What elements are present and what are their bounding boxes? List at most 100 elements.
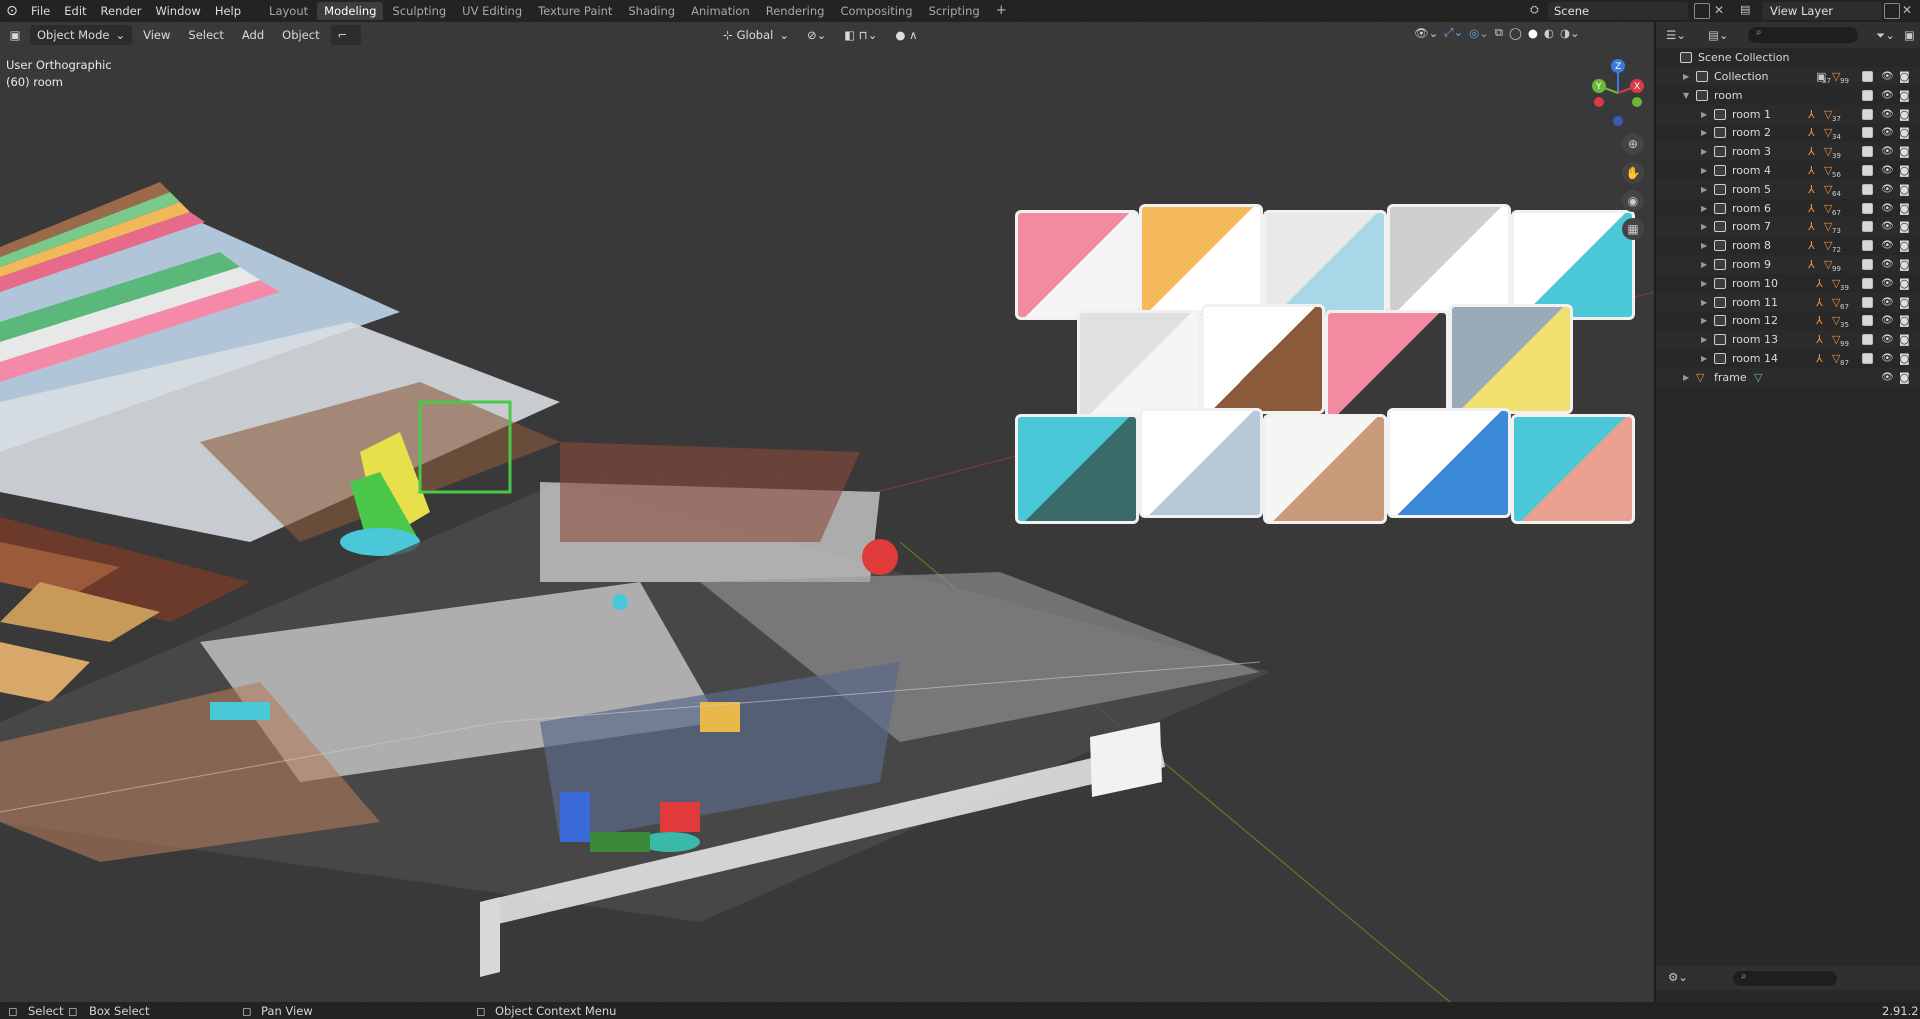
expand-arrow-icon[interactable]: ▶ bbox=[1701, 147, 1707, 156]
pivot-icon[interactable]: ⊘⌄ bbox=[800, 25, 833, 45]
exclude-checkbox[interactable] bbox=[1862, 127, 1873, 139]
visibility-eye-icon[interactable]: 👁 bbox=[1881, 297, 1894, 308]
expand-arrow-icon[interactable]: ▶ bbox=[1701, 166, 1707, 175]
tab-texture-paint[interactable]: Texture Paint bbox=[531, 2, 619, 20]
outliner-row[interactable]: ▶ room 14 ⅄ ▽ 87 👁 ◙ bbox=[1656, 349, 1920, 368]
new-collection-icon[interactable]: ▣ bbox=[1904, 28, 1915, 42]
expand-arrow-icon[interactable]: ▶ bbox=[1701, 316, 1707, 325]
exclude-checkbox[interactable] bbox=[1862, 202, 1873, 214]
outliner-row[interactable]: ▶ room 6 ⅄ ▽ 67 👁 ◙ bbox=[1656, 199, 1920, 218]
expand-arrow-icon[interactable]: ▶ bbox=[1701, 335, 1707, 344]
exclude-checkbox[interactable] bbox=[1862, 315, 1873, 327]
render-camera-icon[interactable]: ◙ bbox=[1899, 258, 1910, 271]
visibility-icon[interactable]: 👁⌄ bbox=[1414, 26, 1438, 40]
exclude-checkbox[interactable] bbox=[1862, 259, 1873, 270]
delete-view-layer-icon[interactable]: ✕ bbox=[1902, 3, 1918, 19]
room-tile-4[interactable] bbox=[1387, 204, 1511, 314]
scene-icon[interactable]: ⛭ bbox=[1530, 3, 1546, 19]
outliner-row[interactable]: ▶ room 7 ⅄ ▽ 73 👁 ◙ bbox=[1656, 217, 1920, 237]
exclude-checkbox[interactable] bbox=[1862, 277, 1873, 289]
render-camera-icon[interactable]: ◙ bbox=[1899, 145, 1910, 158]
render-camera-icon[interactable]: ◙ bbox=[1899, 220, 1910, 233]
tab-compositing[interactable]: Compositing bbox=[833, 2, 919, 20]
expand-arrow-icon[interactable]: ▶ bbox=[1701, 185, 1707, 194]
outliner-row[interactable]: ▶ room 1 ⅄ ▽ 37 👁 ◙ bbox=[1656, 104, 1920, 124]
render-camera-icon[interactable]: ◙ bbox=[1899, 352, 1910, 365]
outliner-row[interactable]: ▶ room 4 ⅄ ▽ 56 👁 ◙ bbox=[1656, 161, 1920, 180]
exclude-checkbox[interactable] bbox=[1862, 108, 1873, 120]
tab-rendering[interactable]: Rendering bbox=[759, 2, 832, 20]
render-camera-icon[interactable]: ◙ bbox=[1899, 70, 1910, 83]
visibility-eye-icon[interactable]: 👁 bbox=[1881, 109, 1894, 120]
menu-render[interactable]: Render bbox=[94, 0, 149, 22]
visibility-eye-icon[interactable]: 👁 bbox=[1881, 372, 1894, 383]
menu-window[interactable]: Window bbox=[148, 0, 207, 22]
display-mode-icon[interactable]: ▤⌄ bbox=[1708, 28, 1729, 42]
wireframe-shading-icon[interactable]: ◯ bbox=[1509, 26, 1522, 40]
view-layer-icon[interactable]: ▤ bbox=[1740, 3, 1750, 16]
exclude-checkbox[interactable] bbox=[1862, 89, 1873, 101]
render-camera-icon[interactable]: ◙ bbox=[1899, 164, 1910, 177]
3d-viewport[interactable]: Z Y X ⊕ ✋ ◉ ▦ bbox=[0, 22, 1654, 1002]
room-grid[interactable] bbox=[1015, 204, 1635, 534]
render-camera-icon[interactable]: ◙ bbox=[1899, 239, 1910, 252]
visibility-eye-icon[interactable]: 👁 bbox=[1881, 278, 1894, 289]
room-tile-9[interactable] bbox=[1449, 304, 1573, 414]
render-camera-icon[interactable]: ◙ bbox=[1899, 314, 1910, 327]
menu-edit[interactable]: Edit bbox=[57, 0, 93, 22]
outliner-row[interactable]: ▶ room 8 ⅄ ▽ 72 👁 ◙ bbox=[1656, 236, 1920, 255]
room-tile-11[interactable] bbox=[1139, 408, 1263, 518]
overlay-toggle-icon[interactable]: ◎⌄ bbox=[1469, 26, 1489, 40]
visibility-eye-icon[interactable]: 👁 bbox=[1881, 203, 1894, 214]
visibility-eye-icon[interactable]: 👁 bbox=[1881, 240, 1894, 251]
snap-icon[interactable]: ◧ ⊓⌄ bbox=[837, 25, 884, 45]
tab-sculpting[interactable]: Sculpting bbox=[385, 2, 453, 20]
visibility-eye-icon[interactable]: 👁 bbox=[1881, 165, 1894, 176]
exclude-checkbox[interactable] bbox=[1862, 71, 1873, 82]
visibility-eye-icon[interactable]: 👁 bbox=[1881, 315, 1894, 326]
tab-modeling[interactable]: Modeling bbox=[317, 2, 384, 20]
outliner-row[interactable]: ▶ ▽ frame ▽ 👁 ◙ bbox=[1656, 367, 1920, 387]
xray-icon[interactable]: ⧉ bbox=[1495, 25, 1503, 40]
room-tile-7[interactable] bbox=[1201, 304, 1325, 414]
properties-editor-icon[interactable]: ⚙⌄ bbox=[1668, 970, 1688, 984]
material-shading-icon[interactable]: ◐ bbox=[1544, 26, 1554, 40]
proportional-edit-icon[interactable]: ● ∧ bbox=[888, 25, 924, 45]
new-view-layer-icon[interactable] bbox=[1884, 3, 1900, 19]
visibility-eye-icon[interactable]: 👁 bbox=[1881, 334, 1894, 345]
outliner-row[interactable]: ▶ room 10 ⅄ ▽ 39 👁 ◙ bbox=[1656, 274, 1920, 293]
menu-object[interactable]: Object bbox=[275, 25, 326, 45]
delete-scene-icon[interactable]: ✕ bbox=[1714, 3, 1730, 19]
render-camera-icon[interactable]: ◙ bbox=[1899, 371, 1910, 384]
visibility-eye-icon[interactable]: 👁 bbox=[1881, 127, 1894, 138]
visibility-eye-icon[interactable]: 👁 bbox=[1881, 184, 1894, 195]
gizmo-toggle-icon[interactable]: ⤢⌄ bbox=[1444, 25, 1463, 40]
blender-logo-icon[interactable]: ⊙ bbox=[0, 0, 24, 22]
outliner-row[interactable]: ▶ room 2 ⅄ ▽ 34 👁 ◙ bbox=[1656, 123, 1920, 142]
room-tile-6[interactable] bbox=[1077, 310, 1201, 420]
collapse-arrow-icon[interactable]: ▼ bbox=[1683, 91, 1689, 100]
zoom-icon[interactable]: ⊕ bbox=[1622, 133, 1644, 155]
new-scene-icon[interactable] bbox=[1694, 3, 1710, 19]
filter-icon[interactable]: ⏷⌄ bbox=[1876, 28, 1895, 43]
render-camera-icon[interactable]: ◙ bbox=[1899, 183, 1910, 196]
visibility-eye-icon[interactable]: 👁 bbox=[1881, 90, 1894, 101]
room-tile-12[interactable] bbox=[1263, 414, 1387, 524]
outliner-row[interactable]: ▶ room 11 ⅄ ▽ 67 👁 ◙ bbox=[1656, 292, 1920, 312]
solid-shading-icon[interactable]: ● bbox=[1528, 26, 1538, 40]
add-workspace-icon[interactable]: + bbox=[989, 2, 1014, 20]
exclude-checkbox[interactable] bbox=[1862, 165, 1873, 176]
camera-view-icon[interactable]: ◉ bbox=[1622, 190, 1644, 212]
menu-add[interactable]: Add bbox=[235, 25, 271, 45]
outliner-row[interactable]: ▶ room 5 ⅄ ▽ 64 👁 ◙ bbox=[1656, 179, 1920, 199]
expand-arrow-icon[interactable]: ▶ bbox=[1701, 110, 1707, 119]
expand-arrow-icon[interactable]: ▶ bbox=[1683, 373, 1689, 382]
render-camera-icon[interactable]: ◙ bbox=[1899, 202, 1910, 215]
tab-shading[interactable]: Shading bbox=[621, 2, 682, 20]
visibility-eye-icon[interactable]: 👁 bbox=[1881, 146, 1894, 157]
navigation-gizmo[interactable]: Z Y X bbox=[1585, 58, 1651, 128]
menu-view[interactable]: View bbox=[136, 25, 178, 45]
expand-arrow-icon[interactable]: ▶ bbox=[1701, 279, 1707, 288]
expand-arrow-icon[interactable]: ▶ bbox=[1701, 241, 1707, 250]
transform-mode-icon[interactable]: ⌐ bbox=[330, 25, 361, 45]
